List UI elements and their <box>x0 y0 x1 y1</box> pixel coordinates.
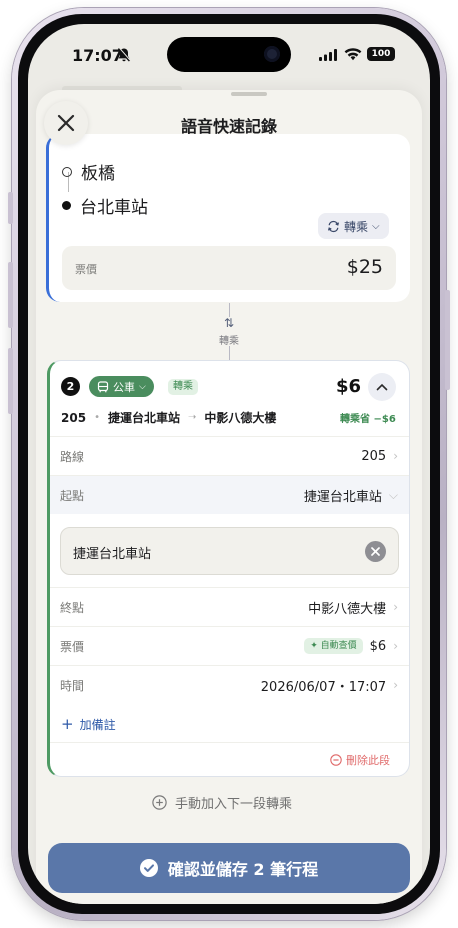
segment-1-origin[interactable]: 板橋 <box>62 159 115 184</box>
segment-2-card: 2 公車 ⌵ 轉乘 $6 205 • 捷運台北車站 ➝ 中影八德大樓 轉乘省 −… <box>47 360 410 777</box>
add-note-button[interactable]: + 加備註 <box>61 715 116 733</box>
origin-dot-icon <box>62 166 72 177</box>
transfer-saving: 轉乘省 −$6 <box>340 414 396 425</box>
collapse-button[interactable] <box>368 373 396 401</box>
confirm-save-button[interactable]: 確認並儲存 2 筆行程 <box>48 843 410 893</box>
route-field[interactable]: 路線 205 › <box>50 436 409 475</box>
segment-1-destination-label: 台北車站 <box>80 198 148 218</box>
time-field-label: 時間 <box>60 678 85 693</box>
sheet-grabber[interactable] <box>231 92 267 96</box>
start-field[interactable]: 起點 捷運台北車站 ⌵ <box>50 475 409 514</box>
cellular-signal-icon <box>319 49 337 61</box>
arrow-right-icon: ➝ <box>187 412 197 423</box>
route-destination: 中影八德大樓 <box>204 411 277 425</box>
destination-dot-icon <box>62 201 71 210</box>
volume-up-button <box>8 262 13 328</box>
confirm-save-label: 確認並儲存 2 筆行程 <box>167 860 319 879</box>
chevron-down-icon: ⌵ <box>372 220 380 232</box>
delete-segment-label: 刪除此段 <box>346 754 390 767</box>
start-field-value: 捷運台北車站 <box>303 489 382 505</box>
fare-field-label: 票價 <box>60 639 85 654</box>
transfer-arrows-icon: ⇅ <box>223 316 235 330</box>
check-circle-icon <box>139 859 158 877</box>
transport-mode-label: 公車 <box>113 380 135 394</box>
transfer-tag: 轉乘 <box>168 379 198 395</box>
swap-arrows-icon <box>327 220 340 232</box>
time-field-value: 2026/06/07・17:07 <box>260 679 387 695</box>
route-summary: 205 • 捷運台北車站 ➝ 中影八德大樓 <box>61 409 276 426</box>
auto-fare-tag: ✦ 自動查價 <box>304 638 363 654</box>
screen: 17:07 100 語音快速記錄 板橋 台北車站 轉乘 ⌵ 票價 $25 ⇅ 轉… <box>28 24 430 904</box>
time-field[interactable]: 時間 2026/06/07・17:07 › <box>50 665 409 704</box>
plus-circle-icon <box>152 795 167 810</box>
add-note-label: 加備註 <box>79 717 116 732</box>
route-number: 205 <box>61 410 87 425</box>
minus-circle-icon <box>330 754 342 766</box>
fare-label: 票價 <box>75 263 97 276</box>
end-field-label: 終點 <box>60 600 85 615</box>
chevron-right-icon: › <box>393 600 398 614</box>
close-icon <box>57 114 75 132</box>
segment-connector-line <box>229 303 230 317</box>
sparkle-icon: ✦ <box>310 641 321 651</box>
fare-field-value: $6 <box>369 638 387 654</box>
route-field-value: 205 <box>361 448 387 464</box>
segment-price: $6 <box>336 376 362 397</box>
battery-indicator: 100 <box>367 47 395 61</box>
connector-label: 轉乘 <box>219 336 239 347</box>
segment-1-origin-label: 板橋 <box>81 164 115 184</box>
start-station-input-text: 捷運台北車站 <box>73 547 152 562</box>
bus-icon <box>97 380 109 392</box>
route-origin: 捷運台北車站 <box>107 411 180 425</box>
end-field-value: 中影八德大樓 <box>308 601 387 617</box>
end-field[interactable]: 終點 中影八德大樓 › <box>50 587 409 626</box>
segment-1-destination[interactable]: 台北車站 <box>62 193 148 218</box>
manual-add-segment-button[interactable]: 手動加入下一段轉乘 <box>152 793 292 812</box>
fare-field[interactable]: 票價 ✦ 自動查價 $6 › <box>50 626 409 665</box>
segment-1-fare-field[interactable]: 票價 $25 <box>62 246 396 290</box>
plus-icon: + <box>61 715 74 733</box>
transfer-mode-dropdown[interactable]: 轉乘 ⌵ <box>318 213 389 239</box>
chevron-right-icon: › <box>393 449 398 463</box>
chevron-right-icon: › <box>393 678 398 692</box>
route-field-label: 路線 <box>60 449 85 464</box>
clear-icon <box>371 547 380 556</box>
separator-dot: • <box>94 412 100 423</box>
silent-bell-icon <box>117 47 131 62</box>
power-button <box>445 290 450 390</box>
status-time: 17:07 <box>72 46 123 65</box>
wifi-icon <box>344 48 362 61</box>
divider <box>50 742 409 743</box>
segment-number-badge: 2 <box>61 377 80 396</box>
close-button[interactable] <box>44 101 88 145</box>
status-bar: 17:07 100 <box>28 24 430 84</box>
start-field-label: 起點 <box>60 488 85 503</box>
auto-fare-tag-label: 自動查價 <box>320 641 357 651</box>
chevron-down-icon: ⌵ <box>388 487 398 502</box>
chevron-down-icon: ⌵ <box>139 381 146 392</box>
clear-input-button[interactable] <box>365 541 386 562</box>
chevron-right-icon: › <box>393 639 398 653</box>
segment-1-card: 板橋 台北車站 轉乘 ⌵ 票價 $25 <box>46 134 410 302</box>
start-station-input[interactable]: 捷運台北車站 <box>60 527 399 575</box>
delete-segment-button[interactable]: 刪除此段 <box>330 752 390 768</box>
segment-connector-line <box>229 346 230 360</box>
action-button <box>8 192 13 224</box>
transfer-mode-label: 轉乘 <box>344 219 369 234</box>
transport-mode-dropdown[interactable]: 公車 ⌵ <box>89 376 154 397</box>
chevron-up-icon <box>376 383 388 391</box>
fare-value: $25 <box>346 256 383 278</box>
volume-down-button <box>8 348 13 414</box>
manual-add-label: 手動加入下一段轉乘 <box>175 797 293 812</box>
front-camera <box>264 46 280 62</box>
